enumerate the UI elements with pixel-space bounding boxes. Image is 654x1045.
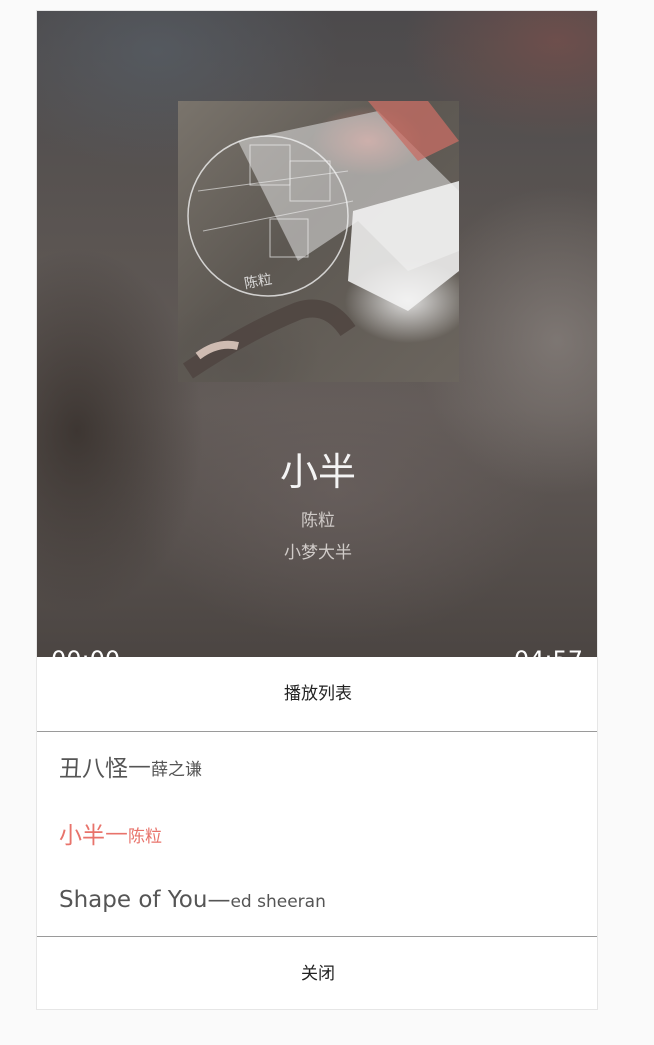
playlist-item-artist: ed sheeran xyxy=(230,891,326,912)
playlist-item-active[interactable]: 小半 — 陈粒 xyxy=(37,799,597,866)
playlist-item-separator: — xyxy=(105,819,128,846)
playlist-item-name: 小半 xyxy=(59,822,105,849)
song-artist: 陈粒 xyxy=(301,511,335,531)
playlist-item-separator: — xyxy=(207,886,231,913)
playlist-item-separator: — xyxy=(128,752,151,779)
album-cover: 陈粒 xyxy=(178,101,459,382)
album-cover-art xyxy=(183,101,459,379)
playlist-item-name: 丑八怪 xyxy=(59,755,128,782)
playlist-header: 播放列表 xyxy=(37,657,597,732)
playlist-item-artist: 陈粒 xyxy=(128,827,162,847)
playlist-sheet: 播放列表 丑八怪 — 薛之谦 小半 — 陈粒 Shape of You — ed… xyxy=(37,657,597,1009)
close-button[interactable]: 关闭 xyxy=(37,936,597,1009)
playlist-item-name: Shape of You xyxy=(59,886,208,913)
music-player-screen: 陈粒 小半 陈粒 小梦大半 00:00 04:57 播放列表 丑八怪 — 薛之谦… xyxy=(36,10,598,1010)
playlist-item[interactable]: 丑八怪 — 薛之谦 xyxy=(37,732,597,799)
playlist-item[interactable]: Shape of You — ed sheeran xyxy=(37,866,597,933)
song-title: 小半 xyxy=(279,450,356,494)
playlist-item-artist: 薛之谦 xyxy=(151,760,202,780)
song-album: 小梦大半 xyxy=(284,543,352,563)
playlist: 丑八怪 — 薛之谦 小半 — 陈粒 Shape of You — ed shee… xyxy=(37,732,597,936)
